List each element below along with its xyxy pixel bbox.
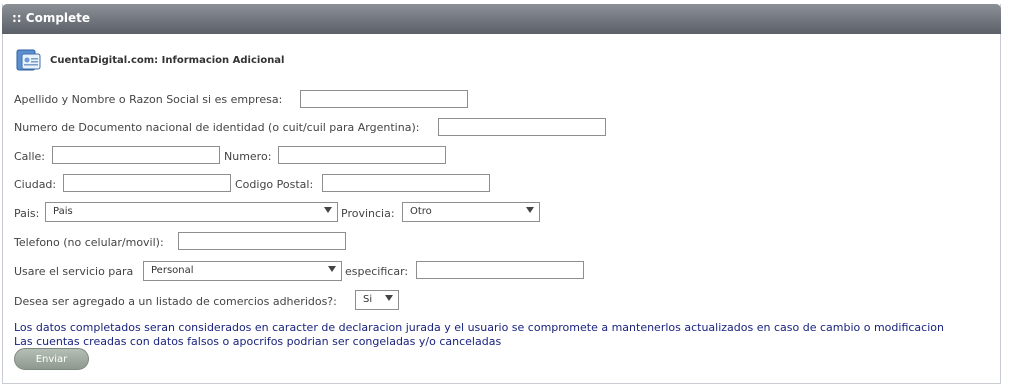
codigo-postal-input[interactable] — [322, 174, 490, 192]
telefono-label: Telefono (no celular/movil): — [14, 236, 164, 249]
listado-select[interactable]: Si — [355, 290, 399, 310]
calle-input[interactable] — [52, 146, 220, 164]
listado-value: Si — [363, 294, 373, 305]
servicio-label: Usare el servicio para — [14, 265, 134, 278]
pais-select[interactable]: Pais — [45, 202, 338, 222]
chevron-down-icon — [328, 266, 336, 272]
servicio-select[interactable]: Personal — [143, 261, 342, 281]
telefono-input[interactable] — [178, 232, 346, 250]
chevron-down-icon — [324, 207, 332, 213]
id-card-icon — [16, 49, 41, 71]
panel-header: :: Complete — [2, 4, 1001, 34]
codigo-postal-label: Codigo Postal: — [235, 178, 314, 191]
brand-title: CuentaDigital.com: Informacion Adicional — [50, 55, 285, 66]
especificar-label: especificar: — [345, 265, 409, 278]
ciudad-label: Ciudad: — [14, 178, 57, 191]
panel-title: :: Complete — [12, 11, 91, 25]
listado-label: Desea ser agregado a un listado de comer… — [14, 295, 337, 308]
chevron-down-icon — [526, 207, 534, 213]
chevron-down-icon — [385, 295, 393, 301]
documento-input[interactable] — [438, 118, 606, 136]
pais-label: Pais: — [14, 207, 40, 220]
provincia-label: Provincia: — [341, 207, 395, 220]
numero-label: Numero: — [224, 150, 272, 163]
notice-line-1: Los datos completados seran considerados… — [14, 321, 944, 334]
servicio-value: Personal — [151, 265, 194, 276]
ciudad-input[interactable] — [63, 174, 231, 192]
especificar-input[interactable] — [416, 261, 584, 279]
pais-value: Pais — [53, 206, 73, 217]
notice-line-2: Las cuentas creadas con datos falsos o a… — [14, 335, 502, 348]
numero-input[interactable] — [278, 146, 446, 164]
nombre-input[interactable] — [300, 90, 468, 108]
documento-label: Numero de Documento nacional de identida… — [14, 121, 420, 134]
calle-label: Calle: — [14, 150, 46, 163]
nombre-label: Apellido y Nombre o Razon Social si es e… — [14, 93, 283, 106]
enviar-button[interactable]: Enviar — [14, 348, 89, 370]
provincia-value: Otro — [410, 206, 432, 217]
provincia-select[interactable]: Otro — [402, 202, 540, 222]
